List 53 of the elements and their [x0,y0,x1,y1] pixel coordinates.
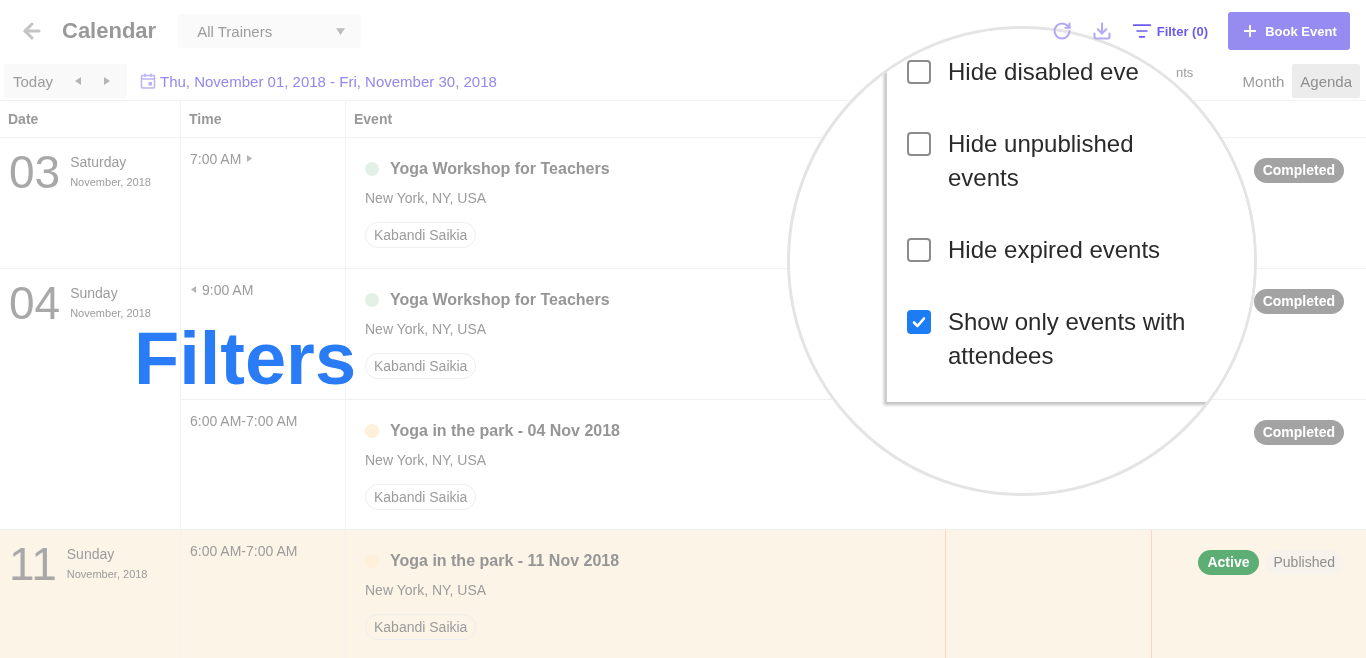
menu-text-fragment: nts [1176,65,1194,81]
event-location: New York, NY, USA [365,582,487,599]
today-button[interactable]: Today [4,64,54,98]
status-badge: Completed [1253,420,1344,445]
option-label: Hide disabled eve [948,57,1139,87]
event-title[interactable]: Yoga Workshop for Teachers [390,160,610,178]
event-title[interactable]: Yoga in the park - 11 Nov 2018 [390,552,620,570]
option-label: Hide unpublished events [948,129,1135,193]
status-badge: Published [1264,550,1344,575]
view-tab[interactable]: Agenda [1292,64,1360,98]
day-number: 11 [9,542,57,592]
weekday: Sunday [70,284,118,302]
month-year: November, 2018 [70,306,151,320]
event-location: New York, NY, USA [365,452,487,469]
weekday: Sunday [66,545,115,563]
refresh-icon[interactable] [1051,21,1072,41]
checkbox[interactable] [907,238,931,262]
check-icon [912,315,926,329]
day-number: 04 [9,281,61,331]
status-badge: Active [1198,550,1259,575]
book-event-button[interactable]: Book Event [1228,12,1350,50]
column-header: Date [8,111,39,127]
event-location: New York, NY, USA [365,321,487,338]
filter-icon [1131,21,1152,41]
download-icon[interactable] [1091,21,1112,41]
checkbox[interactable] [907,60,931,84]
column-header: Event [354,111,393,127]
event-title[interactable]: Yoga Workshop for Teachers [390,291,610,309]
event-title[interactable]: Yoga in the park - 04 Nov 2018 [390,422,620,440]
caret-right-icon[interactable] [103,77,112,85]
weekday: Saturday [70,153,127,171]
status-badge: Completed [1253,289,1344,314]
date-range: Thu, November 01, 2018 - Fri, November 30, 2018 [160,72,497,90]
caret-left-icon[interactable] [74,77,83,85]
event-time: 6:00 AM-7:00 AM [190,542,298,559]
option-label: Hide expired events [948,235,1161,265]
month-year: November, 2018 [66,567,148,581]
event-time: 7:00 AM [190,150,242,167]
page-title: Calendar [62,17,157,45]
calendar-icon [140,73,156,89]
status-badge: Completed [1253,158,1344,183]
event-time: 9:00 AM [202,281,254,298]
trainer-select[interactable]: All Trainers [178,14,362,48]
checkbox[interactable] [907,132,931,156]
option-label: Show only events with attendees [948,307,1187,371]
caret-down-icon [336,26,346,36]
event-location: New York, NY, USA [365,190,487,207]
day-number: 03 [9,150,61,200]
checkbox[interactable] [907,310,931,334]
column-header: Time [189,111,222,127]
month-year: November, 2018 [70,175,151,189]
event-time: 6:00 AM-7:00 AM [190,412,298,429]
caption-title: Filters [134,322,357,396]
